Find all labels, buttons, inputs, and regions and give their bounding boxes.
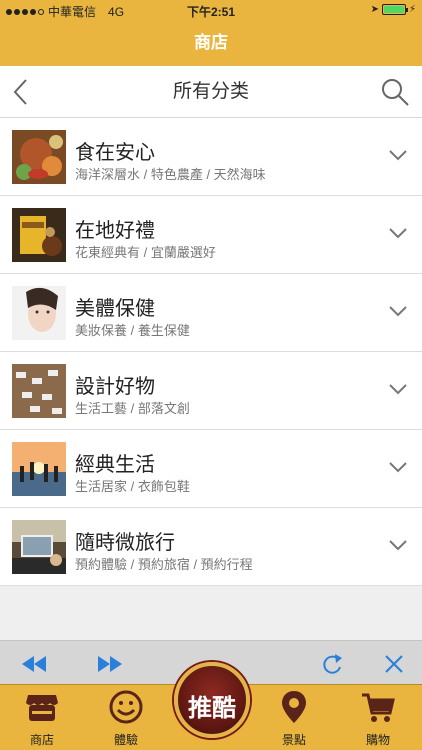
tab-label: 體驗 <box>113 733 138 747</box>
category-title: 食在安心 <box>75 142 155 164</box>
battery-status: ➤ ⚡ <box>371 4 416 15</box>
location-pin-icon <box>282 691 306 723</box>
category-subtitle: 生活居家 / 衣飾包鞋 <box>75 479 190 494</box>
tab-label: 商店 <box>29 733 54 747</box>
smiley-icon <box>109 690 143 724</box>
page-title: 所有分类 <box>172 81 249 102</box>
beauty-thumbnail <box>12 286 66 340</box>
battery-icon <box>381 4 408 15</box>
category-item-gifts[interactable]: 在地好禮 花東經典有 / 宜蘭嚴選好 <box>0 196 422 274</box>
rewind-icon[interactable] <box>20 653 48 675</box>
chevron-down-icon <box>389 540 407 551</box>
category-item-beauty[interactable]: 美體保健 美妝保養 / 養生保健 <box>0 274 422 352</box>
tab-experience[interactable]: 體驗 <box>91 685 161 750</box>
category-header: 所有分类 <box>0 66 422 118</box>
category-item-design[interactable]: 設計好物 生活工藝 / 部落文創 <box>0 352 422 430</box>
nav-title: 商店 <box>0 20 422 66</box>
tab-tuiku[interactable]: 推酷 <box>174 662 250 748</box>
charging-bolt-icon: ⚡ <box>408 4 416 15</box>
tab-label: 購物 <box>365 733 390 747</box>
status-time: 下午2:51 <box>186 5 236 19</box>
category-item-lifestyle[interactable]: 經典生活 生活居家 / 衣飾包鞋 <box>0 430 422 508</box>
travel-thumbnail <box>12 520 66 574</box>
tuiku-badge: 推酷 <box>174 662 250 738</box>
category-list: 食在安心 海洋深層水 / 特色農產 / 天然海味 在地好禮 花東經典有 / 宜蘭… <box>0 118 422 586</box>
refresh-icon[interactable] <box>318 653 346 675</box>
store-icon <box>26 695 58 721</box>
food-thumbnail <box>12 130 66 184</box>
location-arrow-icon: ➤ <box>370 4 379 15</box>
category-title: 美體保健 <box>75 298 155 320</box>
fast-forward-icon[interactable] <box>96 653 124 675</box>
category-subtitle: 生活工藝 / 部落文創 <box>75 401 190 416</box>
status-bar: 中華電信 4G 下午2:51 ➤ ⚡ <box>0 0 422 20</box>
chevron-down-icon <box>389 384 407 395</box>
search-button[interactable] <box>380 77 410 107</box>
design-thumbnail <box>12 364 66 418</box>
category-title: 經典生活 <box>75 454 155 476</box>
lifestyle-thumbnail <box>12 442 66 496</box>
chevron-down-icon <box>389 228 407 239</box>
tuiku-label: 推酷 <box>188 694 236 722</box>
category-title: 隨時微旅行 <box>75 532 175 554</box>
category-subtitle: 花東經典有 / 宜蘭嚴選好 <box>75 245 216 260</box>
category-title: 設計好物 <box>75 376 155 398</box>
tab-shopping[interactable]: 購物 <box>343 685 413 750</box>
shopping-cart-icon <box>362 693 395 722</box>
close-icon[interactable] <box>380 653 408 675</box>
category-title: 在地好禮 <box>75 220 155 242</box>
chevron-down-icon <box>389 462 407 473</box>
category-item-travel[interactable]: 隨時微旅行 預約體驗 / 預約旅宿 / 預約行程 <box>0 508 422 586</box>
chevron-down-icon <box>389 306 407 317</box>
category-subtitle: 美妝保養 / 養生保健 <box>75 323 190 338</box>
tab-store[interactable]: 商店 <box>7 685 77 750</box>
tab-attractions[interactable]: 景點 <box>259 685 329 750</box>
category-subtitle: 預約體驗 / 預約旅宿 / 預約行程 <box>75 557 253 572</box>
gifts-thumbnail <box>12 208 66 262</box>
tab-label: 景點 <box>281 733 306 747</box>
category-subtitle: 海洋深層水 / 特色農產 / 天然海味 <box>75 167 266 182</box>
chevron-down-icon <box>389 150 407 161</box>
search-icon <box>382 79 409 106</box>
category-item-food[interactable]: 食在安心 海洋深層水 / 特色農產 / 天然海味 <box>0 118 422 196</box>
